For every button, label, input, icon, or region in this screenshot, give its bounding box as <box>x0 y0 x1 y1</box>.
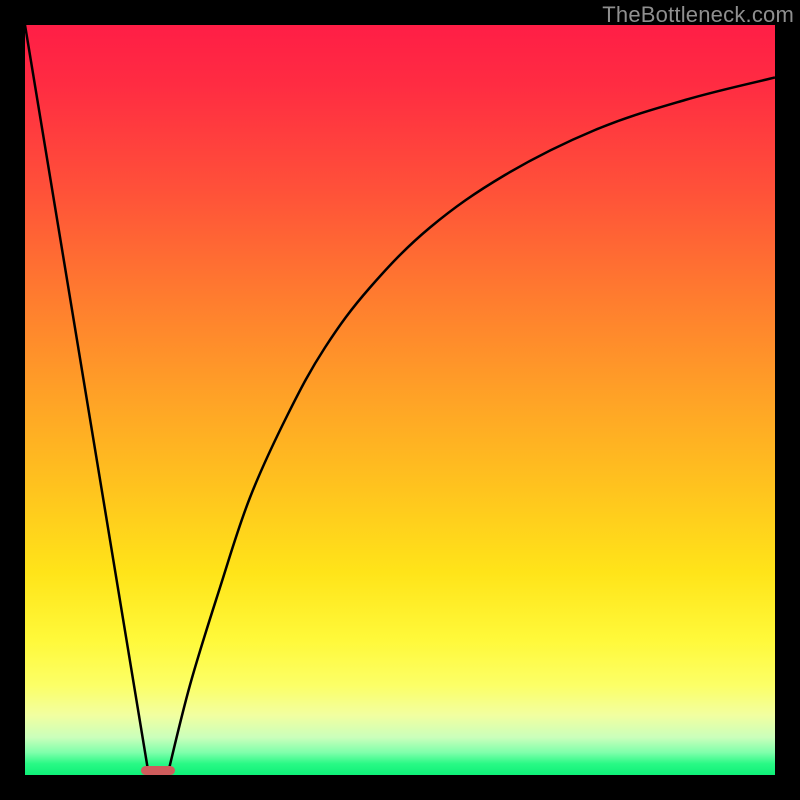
bottleneck-marker <box>141 766 175 775</box>
plot-area <box>25 25 775 775</box>
curve-layer <box>25 25 775 775</box>
chart-frame: TheBottleneck.com <box>0 0 800 800</box>
left-bottleneck-line <box>25 25 149 775</box>
right-bottleneck-curve <box>168 78 776 776</box>
